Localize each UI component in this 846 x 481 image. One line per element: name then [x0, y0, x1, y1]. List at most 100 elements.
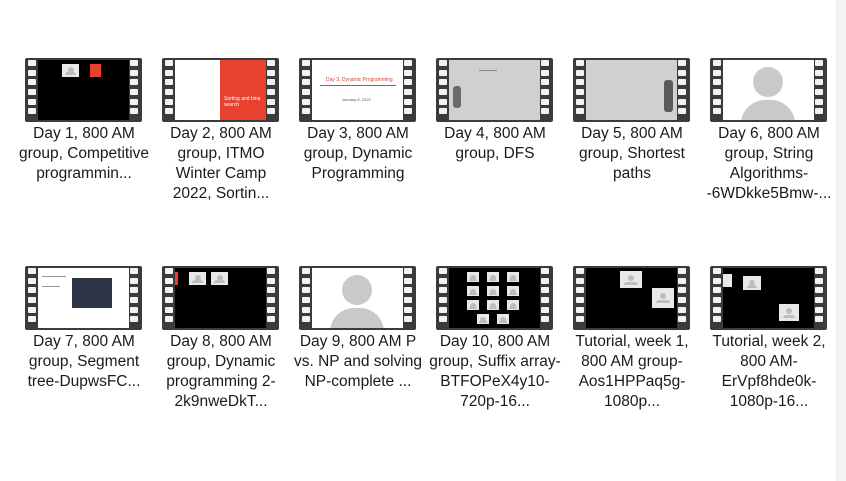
- film-sprockets-right: [267, 60, 276, 120]
- code-editor-window: [72, 278, 112, 308]
- participant-tile: [90, 64, 101, 77]
- video-thumbnail: [299, 266, 416, 330]
- thumbnail-frame: Sorting and bina search: [175, 60, 266, 120]
- thumbnail-frame: [723, 60, 814, 120]
- thumbnail-frame: [449, 268, 540, 328]
- film-sprockets-left: [302, 60, 311, 120]
- whiteboard-writing: [479, 70, 497, 71]
- avatar-head: [342, 275, 372, 305]
- thumbnail-frame: [175, 268, 266, 328]
- video-file-day-1[interactable]: Day 1, 800 AM group, Competitive program…: [19, 58, 154, 218]
- avatar-head: [753, 67, 783, 97]
- video-file-day-6[interactable]: Day 6, 800 AM group, String Algorithms--…: [707, 58, 839, 218]
- thumbnail-frame: [449, 60, 540, 120]
- film-sprockets-left: [576, 268, 585, 328]
- film-sprockets-left: [713, 60, 722, 120]
- film-sprockets-left: [576, 60, 585, 120]
- video-file-tutorial-week-2[interactable]: Tutorial, week 2, 800 AM-ErVpf8hde0k-108…: [709, 266, 839, 426]
- participant-tile: [652, 288, 674, 308]
- video-thumbnail: [162, 266, 279, 330]
- participant-tile: [467, 286, 479, 296]
- film-sprockets-left: [28, 60, 37, 120]
- thumbnail-frame: [312, 268, 403, 328]
- thumbnail-frame: [38, 268, 129, 328]
- sketch-lines: [42, 286, 60, 287]
- film-sprockets-right: [541, 268, 550, 328]
- thumbnail-frame: [586, 268, 677, 328]
- film-sprockets-left: [439, 60, 448, 120]
- video-file-day-7[interactable]: Day 7, 800 AM group, Segment tree-DupwsF…: [24, 266, 154, 426]
- film-sprockets-left: [439, 268, 448, 328]
- participant-tile: [743, 276, 761, 290]
- video-thumbnail: [436, 266, 553, 330]
- sketch-lines: [42, 276, 66, 277]
- video-thumbnail: [573, 58, 690, 122]
- participant-tile: [62, 64, 79, 77]
- video-file-name: Day 9, 800 AM P vs. NP and solving NP-co…: [293, 333, 423, 390]
- video-thumbnail: [573, 266, 690, 330]
- video-file-day-3[interactable]: Day 3, Dynamic Programming January 6, 20…: [298, 58, 428, 218]
- video-thumbnail: [436, 58, 553, 122]
- video-thumbnail: Sorting and bina search: [162, 58, 279, 122]
- video-thumbnail: [710, 58, 827, 122]
- video-file-name: Day 8, 800 AM group, Dynamic programming…: [166, 333, 276, 410]
- video-file-day-8[interactable]: Day 8, 800 AM group, Dynamic programming…: [161, 266, 291, 426]
- video-file-name: Day 7, 800 AM group, Segment tree-DupwsF…: [27, 333, 141, 390]
- avatar-body: [330, 308, 384, 328]
- film-sprockets-right: [678, 60, 687, 120]
- slide-rule: [320, 85, 396, 86]
- video-file-day-10[interactable]: Day 10, 800 AM group, Suffix array-BTFOP…: [429, 266, 565, 426]
- film-sprockets-right: [678, 268, 687, 328]
- video-thumbnail: [25, 58, 142, 122]
- participant-tile: [487, 286, 499, 296]
- video-file-tutorial-week-1[interactable]: Tutorial, week 1, 800 AM group-Aos1HPPaq…: [572, 266, 702, 426]
- video-file-name: Day 3, 800 AM group, Dynamic Programming: [303, 125, 413, 182]
- thumbnail-frame: [38, 60, 129, 120]
- avatar-body: [741, 100, 795, 120]
- participant-tile: [620, 271, 642, 288]
- film-sprockets-right: [130, 268, 139, 328]
- video-file-name: Day 10, 800 AM group, Suffix array-BTFOP…: [429, 333, 561, 410]
- video-file-name: Day 5, 800 AM group, Shortest paths: [579, 125, 685, 182]
- video-file-day-5[interactable]: Day 5, 800 AM group, Shortest paths: [572, 58, 702, 218]
- presenter-figure: [453, 86, 461, 108]
- video-thumbnail: [710, 266, 827, 330]
- thumbnail-frame: Day 3, Dynamic Programming January 6, 20…: [312, 60, 403, 120]
- slide-red-panel: [220, 60, 266, 120]
- film-sprockets-right: [815, 60, 824, 120]
- participant-tile: [723, 274, 732, 287]
- presenter-figure: [664, 80, 673, 112]
- film-sprockets-right: [541, 60, 550, 120]
- participant-tile: [467, 300, 479, 310]
- video-file-day-4[interactable]: Day 4, 800 AM group, DFS: [435, 58, 565, 218]
- participant-tile: [779, 304, 799, 321]
- slide-date: January 6, 2022: [342, 97, 371, 102]
- film-sprockets-left: [713, 268, 722, 328]
- participant-tile: [477, 314, 489, 324]
- film-sprockets-right: [130, 60, 139, 120]
- participant-tile: [467, 272, 479, 282]
- thumbnail-frame: [723, 268, 814, 328]
- film-sprockets-left: [165, 268, 174, 328]
- slide-text: Sorting and bina search: [224, 96, 261, 108]
- video-thumbnail: [25, 266, 142, 330]
- film-sprockets-left: [165, 60, 174, 120]
- video-thumbnail: Day 3, Dynamic Programming January 6, 20…: [299, 58, 416, 122]
- film-sprockets-right: [267, 268, 276, 328]
- participant-tile: [507, 300, 519, 310]
- video-file-name: Day 2, 800 AM group, ITMO Winter Camp 20…: [170, 125, 272, 202]
- participant-tile: [487, 300, 499, 310]
- video-file-name: Day 1, 800 AM group, Competitive program…: [18, 125, 150, 182]
- participant-tile: [175, 272, 178, 285]
- participant-tile: [487, 272, 499, 282]
- video-file-day-9[interactable]: Day 9, 800 AM P vs. NP and solving NP-co…: [294, 266, 428, 426]
- video-file-day-2[interactable]: Sorting and bina search Day 2, 800 AM gr…: [161, 58, 291, 218]
- video-file-name: Day 4, 800 AM group, DFS: [444, 125, 546, 162]
- thumbnail-frame: [586, 60, 677, 120]
- participant-tile: [189, 272, 206, 285]
- participant-tile: [211, 272, 228, 285]
- participant-tile: [507, 286, 519, 296]
- film-sprockets-right: [815, 268, 824, 328]
- participant-tile: [507, 272, 519, 282]
- participant-tile: [497, 314, 509, 324]
